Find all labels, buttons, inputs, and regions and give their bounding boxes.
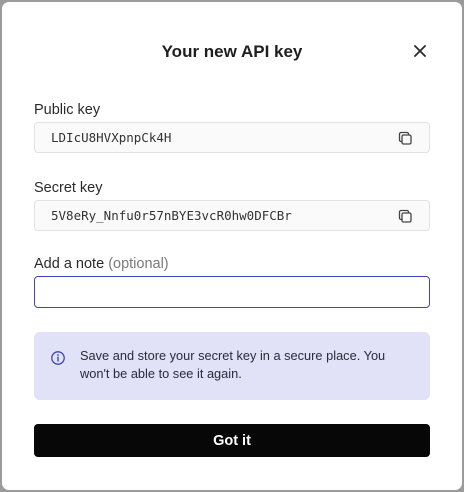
dialog-title: Your new API key: [161, 42, 303, 61]
got-it-button[interactable]: Got it: [34, 424, 430, 457]
secret-key-value: 5V8eRy_Nnfu0r57nBYE3vcR0hw0DFCBr: [51, 208, 292, 223]
secret-key-field: 5V8eRy_Nnfu0r57nBYE3vcR0hw0DFCBr: [34, 200, 430, 231]
note-label-text: Add a note: [34, 256, 105, 272]
note-optional-hint: (optional): [108, 256, 169, 272]
note-input[interactable]: [34, 276, 430, 308]
copy-public-key-button[interactable]: [397, 130, 413, 146]
close-button[interactable]: [412, 43, 428, 59]
info-message: Save and store your secret key in a secu…: [80, 348, 386, 381]
copy-icon: [398, 209, 412, 223]
public-key-label: Public key: [34, 102, 101, 118]
public-key-value: LDIcU8HVXpnpCk4H: [51, 130, 172, 145]
public-key-field: LDIcU8HVXpnpCk4H: [34, 122, 430, 153]
copy-icon: [398, 131, 412, 145]
info-icon: [51, 351, 65, 365]
close-icon: [414, 45, 426, 57]
secret-key-label: Secret key: [34, 180, 103, 196]
api-key-dialog: Your new API key Public key LDIcU8HVXpnp…: [2, 2, 462, 490]
info-callout: Save and store your secret key in a secu…: [34, 332, 430, 400]
note-label: Add a note (optional): [34, 255, 169, 273]
copy-secret-key-button[interactable]: [397, 208, 413, 224]
